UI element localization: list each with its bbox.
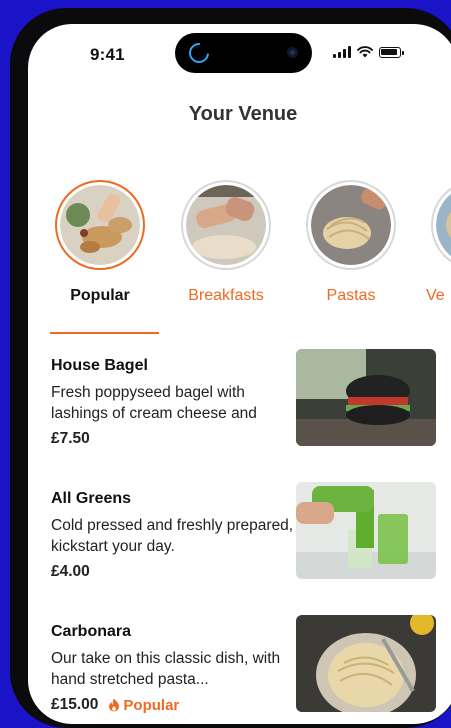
status-time: 9:41	[90, 45, 125, 64]
category-tab-pastas[interactable]: Pastas	[301, 180, 401, 305]
item-name: All Greens	[51, 490, 132, 507]
app-screen: 9:41 Your Venue Popular Breakfasts Pasta…	[28, 24, 451, 724]
item-price: £4.00	[51, 563, 90, 580]
category-tab-popular[interactable]: Popular	[50, 180, 150, 305]
pastas-category-image	[311, 185, 391, 265]
battery-icon	[379, 46, 404, 58]
flame-icon	[109, 698, 120, 712]
item-price-row: £4.00	[51, 563, 90, 581]
popular-category-image	[60, 185, 140, 265]
item-description: Fresh poppyseed bagel with lashings of c…	[51, 384, 257, 422]
category-label: Breakfasts	[188, 287, 264, 304]
category-label: Ve	[426, 287, 445, 304]
phone-frame: 9:41 Your Venue Popular Breakfasts Pasta…	[10, 8, 451, 728]
popular-badge: Popular	[108, 697, 179, 714]
camera-icon	[287, 47, 298, 58]
carbonara-image	[296, 615, 436, 712]
category-label: Popular	[70, 287, 130, 304]
menu-item-carbonara[interactable]: Carbonara Our take on this classic dish,…	[51, 615, 436, 723]
all-greens-image	[296, 482, 436, 579]
item-name: House Bagel	[51, 357, 148, 374]
category-tab-breakfasts[interactable]: Breakfasts	[176, 180, 276, 305]
dynamic-island	[175, 33, 312, 73]
page-title: Your Venue	[188, 103, 298, 125]
category-tab-partial[interactable]: Ve	[426, 180, 451, 305]
item-price: £7.50	[51, 430, 90, 447]
item-price-row: £7.50	[51, 430, 90, 448]
loading-spinner-icon	[184, 38, 214, 68]
wifi-icon	[357, 46, 373, 58]
category-image	[436, 185, 451, 265]
menu-item-all-greens[interactable]: All Greens Cold pressed and freshly prep…	[51, 482, 436, 590]
category-label: Pastas	[326, 287, 376, 304]
item-description: Cold pressed and freshly prepared, kicks…	[51, 517, 294, 555]
selected-tab-indicator	[50, 332, 159, 334]
signal-icon	[333, 46, 351, 58]
breakfasts-category-image	[186, 185, 266, 265]
item-name: Carbonara	[51, 623, 132, 640]
status-icons	[333, 46, 404, 58]
house-bagel-image	[296, 349, 436, 446]
menu-item-house-bagel[interactable]: House Bagel Fresh poppyseed bagel with l…	[51, 349, 436, 457]
tag-label: Popular	[123, 696, 180, 714]
item-description: Our take on this classic dish, with hand…	[51, 650, 281, 688]
